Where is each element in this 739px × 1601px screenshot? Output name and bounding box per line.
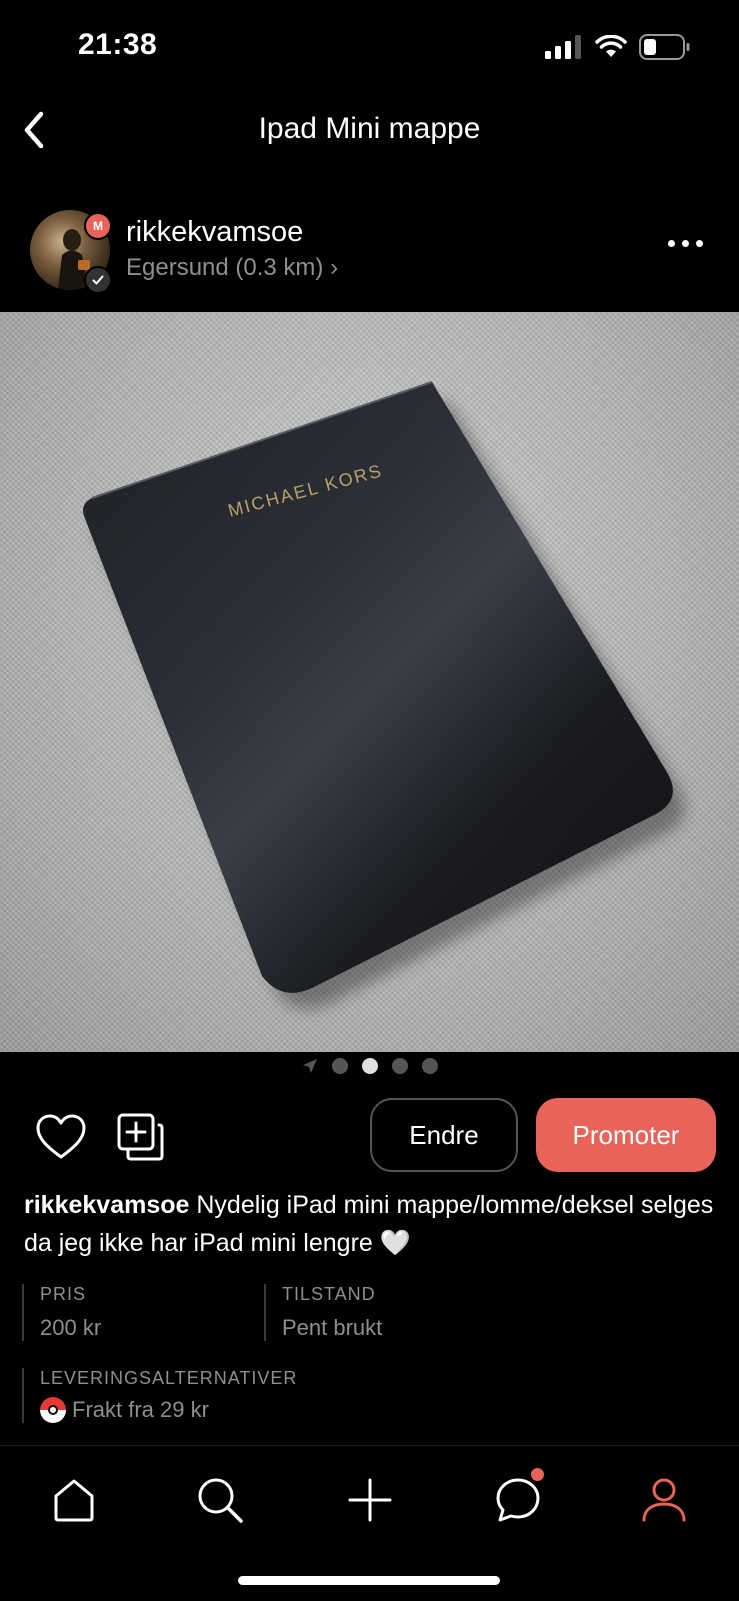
description-username[interactable]: rikkekvamsoe <box>24 1191 189 1219</box>
condition-label: TILSTAND <box>282 1284 376 1304</box>
condition-block: TILSTAND Pent brukt <box>264 1284 382 1341</box>
notification-dot <box>531 1468 544 1481</box>
tab-home[interactable] <box>44 1470 104 1530</box>
profile-icon <box>642 1478 686 1522</box>
home-indicator[interactable] <box>238 1576 500 1585</box>
pager-dot-active[interactable] <box>361 1058 378 1074</box>
add-collection-icon <box>117 1113 164 1161</box>
promote-button[interactable]: Promoter <box>536 1098 716 1172</box>
more-dot-icon <box>696 240 703 247</box>
seller-level-badge: M <box>84 212 112 240</box>
product-image[interactable]: MICHAEL KORS <box>0 312 739 1052</box>
tab-search[interactable] <box>190 1470 250 1530</box>
seller-username[interactable]: rikkekvamsoe <box>126 216 303 249</box>
seller-location[interactable]: Egersund (0.3 km) › <box>126 254 338 282</box>
listing-description: rikkekvamsoe Nydelig iPad mini mappe/lom… <box>24 1186 714 1262</box>
shipping-value: Frakt fra 29 kr <box>72 1397 209 1422</box>
shipping-block[interactable]: LEVERINGSALTERNATIVER Frakt fra 29 kr <box>22 1368 297 1423</box>
edit-button[interactable]: Endre <box>370 1098 518 1172</box>
shipping-carrier-icon <box>40 1397 66 1423</box>
wifi-icon <box>595 35 627 57</box>
image-pager[interactable] <box>0 1058 739 1074</box>
add-to-collection-button[interactable] <box>116 1112 166 1167</box>
verified-check-icon <box>84 266 112 294</box>
tab-sell[interactable] <box>340 1470 400 1530</box>
condition-value: Pent brukt <box>282 1315 383 1340</box>
more-dot-icon <box>682 240 689 247</box>
price-value: 200 kr <box>40 1315 102 1340</box>
more-dot-icon <box>668 240 675 247</box>
price-block: PRIS 200 kr <box>22 1284 101 1341</box>
tab-messages[interactable] <box>488 1468 548 1530</box>
like-button[interactable] <box>36 1114 86 1165</box>
location-arrow-icon <box>302 1059 317 1073</box>
tab-profile[interactable] <box>634 1470 694 1530</box>
chat-icon <box>496 1478 540 1522</box>
battery-icon <box>639 34 690 60</box>
pager-dot[interactable] <box>421 1058 438 1074</box>
search-icon <box>198 1478 243 1523</box>
plus-icon <box>348 1478 392 1522</box>
price-label: PRIS <box>40 1284 87 1304</box>
ipad-sleeve-illustration: MICHAEL KORS <box>83 381 685 1010</box>
status-icons <box>545 34 691 60</box>
page-title: Ipad Mini mappe <box>258 112 481 145</box>
cellular-signal-icon <box>545 35 581 59</box>
status-time: 21:38 <box>78 28 158 61</box>
shipping-label: LEVERINGSALTERNATIVER <box>40 1368 298 1388</box>
pager-dot[interactable] <box>331 1058 348 1074</box>
home-icon <box>54 1479 94 1522</box>
pager-dot[interactable] <box>391 1058 408 1074</box>
heart-icon <box>36 1114 86 1159</box>
more-options-button[interactable] <box>668 240 703 247</box>
